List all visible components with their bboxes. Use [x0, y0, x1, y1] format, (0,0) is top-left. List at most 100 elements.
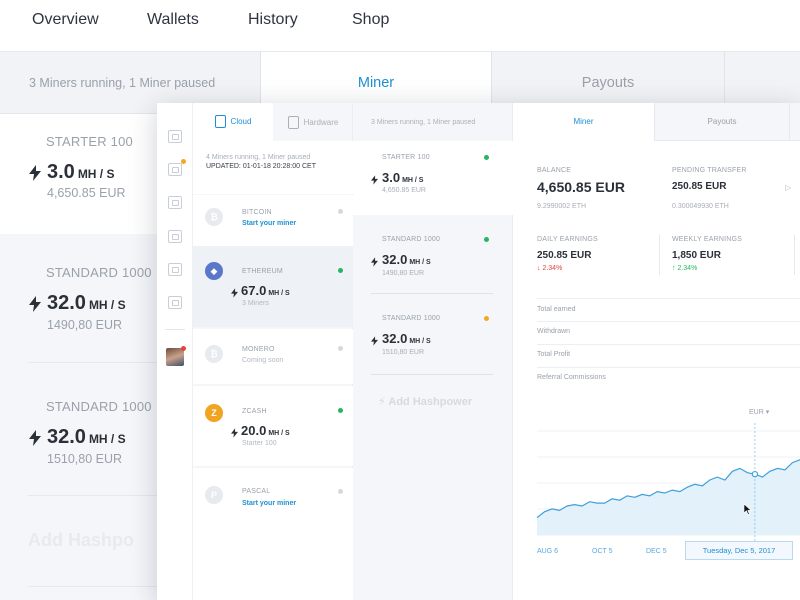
top-navigation: Overview Wallets History Shop — [0, 0, 800, 52]
divider — [537, 367, 800, 368]
hardware-icon[interactable] — [168, 263, 182, 276]
bolt-icon — [371, 336, 378, 346]
tab-cloud-label: Cloud — [230, 116, 252, 126]
x-axis-label: AUG 6 — [537, 548, 559, 555]
divider — [659, 235, 660, 275]
bolt-icon — [29, 430, 41, 446]
start-miner-link[interactable]: Start your miner — [242, 500, 296, 507]
arrow-up-icon: ↑ — [672, 265, 676, 272]
device-icon — [287, 115, 299, 129]
coin-item-monero[interactable]: ₿ MONERO Coming soon — [193, 329, 353, 384]
highlight-date-label: Tuesday, Dec 5, 2017 — [685, 541, 793, 560]
nav-wallets[interactable]: Wallets — [147, 11, 199, 29]
miner-rate: 32.0 MH / S — [47, 426, 126, 448]
status-dot — [338, 209, 343, 214]
miner-eur: 1490,80 EUR — [47, 318, 123, 332]
tab-cloud[interactable]: Cloud — [193, 103, 273, 141]
status-dot — [484, 155, 489, 160]
status-dot — [484, 316, 489, 321]
miner-eur: 1510,80 EUR — [382, 349, 425, 356]
balance-label: BALANCE — [537, 167, 572, 174]
background-add-hashpower[interactable]: Add Hashpo — [28, 530, 134, 551]
tab-hardware[interactable]: Hardware — [273, 103, 353, 141]
divider — [537, 344, 800, 345]
weekly-label: WEEKLY EARNINGS — [672, 236, 743, 243]
coin-item-ethereum[interactable]: ◆ ETHEREUM 67.0 MH / S 3 Miners — [193, 246, 353, 327]
tab-hardware-label: Hardware — [303, 117, 339, 127]
shop-icon[interactable] — [168, 230, 182, 243]
daily-change: ↓ 2.34% — [537, 265, 563, 272]
miner-card-starter[interactable]: STARTER 100 3.0 MH / S 4,650.85 EUR — [353, 141, 513, 215]
x-axis-label: OCT 5 — [592, 548, 613, 555]
miner-eur: 4,650.85 EUR — [47, 186, 126, 200]
divider — [537, 298, 800, 299]
updated-text: UPDATED: 01-01-18 20:28:00 CET — [206, 163, 316, 170]
bitcoin-icon: ₿ — [205, 208, 223, 226]
monero-icon: ₿ — [205, 345, 223, 363]
miner-rate: 3.0 MH / S — [382, 170, 424, 185]
balance-value: 4,650.85 EUR — [537, 179, 625, 195]
dashboard-icon[interactable] — [168, 130, 182, 143]
coin-name: ETHEREUM — [242, 268, 283, 275]
tab-payouts[interactable]: Payouts — [654, 103, 789, 141]
coin-item-pascal[interactable]: P PASCAL Start your miner — [193, 468, 353, 600]
nav-overview[interactable]: Overview — [32, 11, 99, 29]
bolt-icon — [371, 175, 378, 185]
miner-rate: 32.0 MH / S — [47, 292, 126, 314]
miner-title: STANDARD 1000 — [382, 236, 441, 243]
miner-card-standard-1[interactable]: STANDARD 1000 32.0 MH / S 1490,80 EUR — [353, 215, 513, 293]
pending-sub: 0.300049930 ETH — [672, 203, 729, 210]
coin-item-zcash[interactable]: Z ZCASH 20.0 MH / S Starter 100 — [193, 386, 353, 466]
app-window: Cloud Hardware 4 Miners running, 1 Miner… — [157, 103, 800, 600]
tab-more[interactable] — [789, 103, 800, 141]
miner-card-standard-2[interactable]: STANDARD 1000 32.0 MH / S 1510,80 EUR — [353, 294, 513, 374]
miner-title: STARTER 100 — [382, 154, 430, 161]
divider — [794, 235, 795, 275]
coin-name: PASCAL — [242, 488, 271, 495]
bolt-icon — [231, 288, 238, 298]
nav-shop[interactable]: Shop — [352, 11, 389, 29]
coin-rate: 20.0 MH / S — [241, 423, 290, 438]
miners-running-text: 4 Miners running, 1 Miner paused — [206, 154, 311, 161]
server-icon — [214, 114, 226, 128]
coin-item-bitcoin[interactable]: ₿ BITCOIN Start your miner — [193, 195, 353, 246]
icon-rail — [157, 103, 193, 600]
coin-name: MONERO — [242, 346, 275, 353]
bolt-icon — [371, 257, 378, 267]
weekly-change: ↑ 2.34% — [672, 265, 698, 272]
x-axis-label: DEC 5 — [646, 548, 667, 555]
daily-value: 250.85 EUR — [537, 250, 592, 261]
currency-select[interactable]: EUR ▾ — [749, 408, 769, 416]
settings-icon[interactable] — [168, 296, 182, 309]
coin-sub: Coming soon — [242, 357, 284, 364]
miner-rate: 32.0 MH / S — [382, 331, 431, 346]
balance-sub: 9.2990002 ETH — [537, 203, 587, 210]
coin-status: 4 Miners running, 1 Miner paused UPDATED… — [193, 141, 353, 194]
chart-highlight-point[interactable] — [751, 470, 759, 478]
add-hashpower-button[interactable]: ⚡ Add Hashpower — [378, 395, 472, 408]
bolt-icon: ⚡ — [378, 396, 386, 408]
wallet-icon[interactable] — [168, 163, 182, 176]
status-dot — [338, 408, 343, 413]
history-icon[interactable] — [168, 196, 182, 209]
miner-rate: 3.0 MH / S — [47, 161, 115, 183]
coin-name: ZCASH — [242, 408, 267, 415]
main-panel: Miner Payouts BALANCE 4,650.85 EUR 9.299… — [513, 103, 800, 600]
nav-history[interactable]: History — [248, 11, 298, 29]
miner-rate: 32.0 MH / S — [382, 252, 431, 267]
miner-title: STANDARD 1000 — [46, 399, 152, 414]
status-dot — [484, 237, 489, 242]
tab-miner[interactable]: Miner — [513, 103, 654, 141]
status-dot — [338, 268, 343, 273]
coin-name: BITCOIN — [242, 209, 272, 216]
earnings-chart[interactable] — [513, 423, 800, 543]
miner-eur: 1490,80 EUR — [382, 270, 425, 277]
avatar-status-dot — [181, 346, 186, 351]
divider — [165, 329, 185, 330]
miner-eur: 4,650.85 EUR — [382, 187, 426, 194]
start-miner-link[interactable]: Start your miner — [242, 220, 296, 227]
miner-eur: 1510,80 EUR — [47, 452, 123, 466]
coin-sub: Starter 100 — [242, 440, 277, 447]
play-icon[interactable]: ▷ — [785, 183, 791, 192]
bolt-icon — [231, 428, 238, 438]
